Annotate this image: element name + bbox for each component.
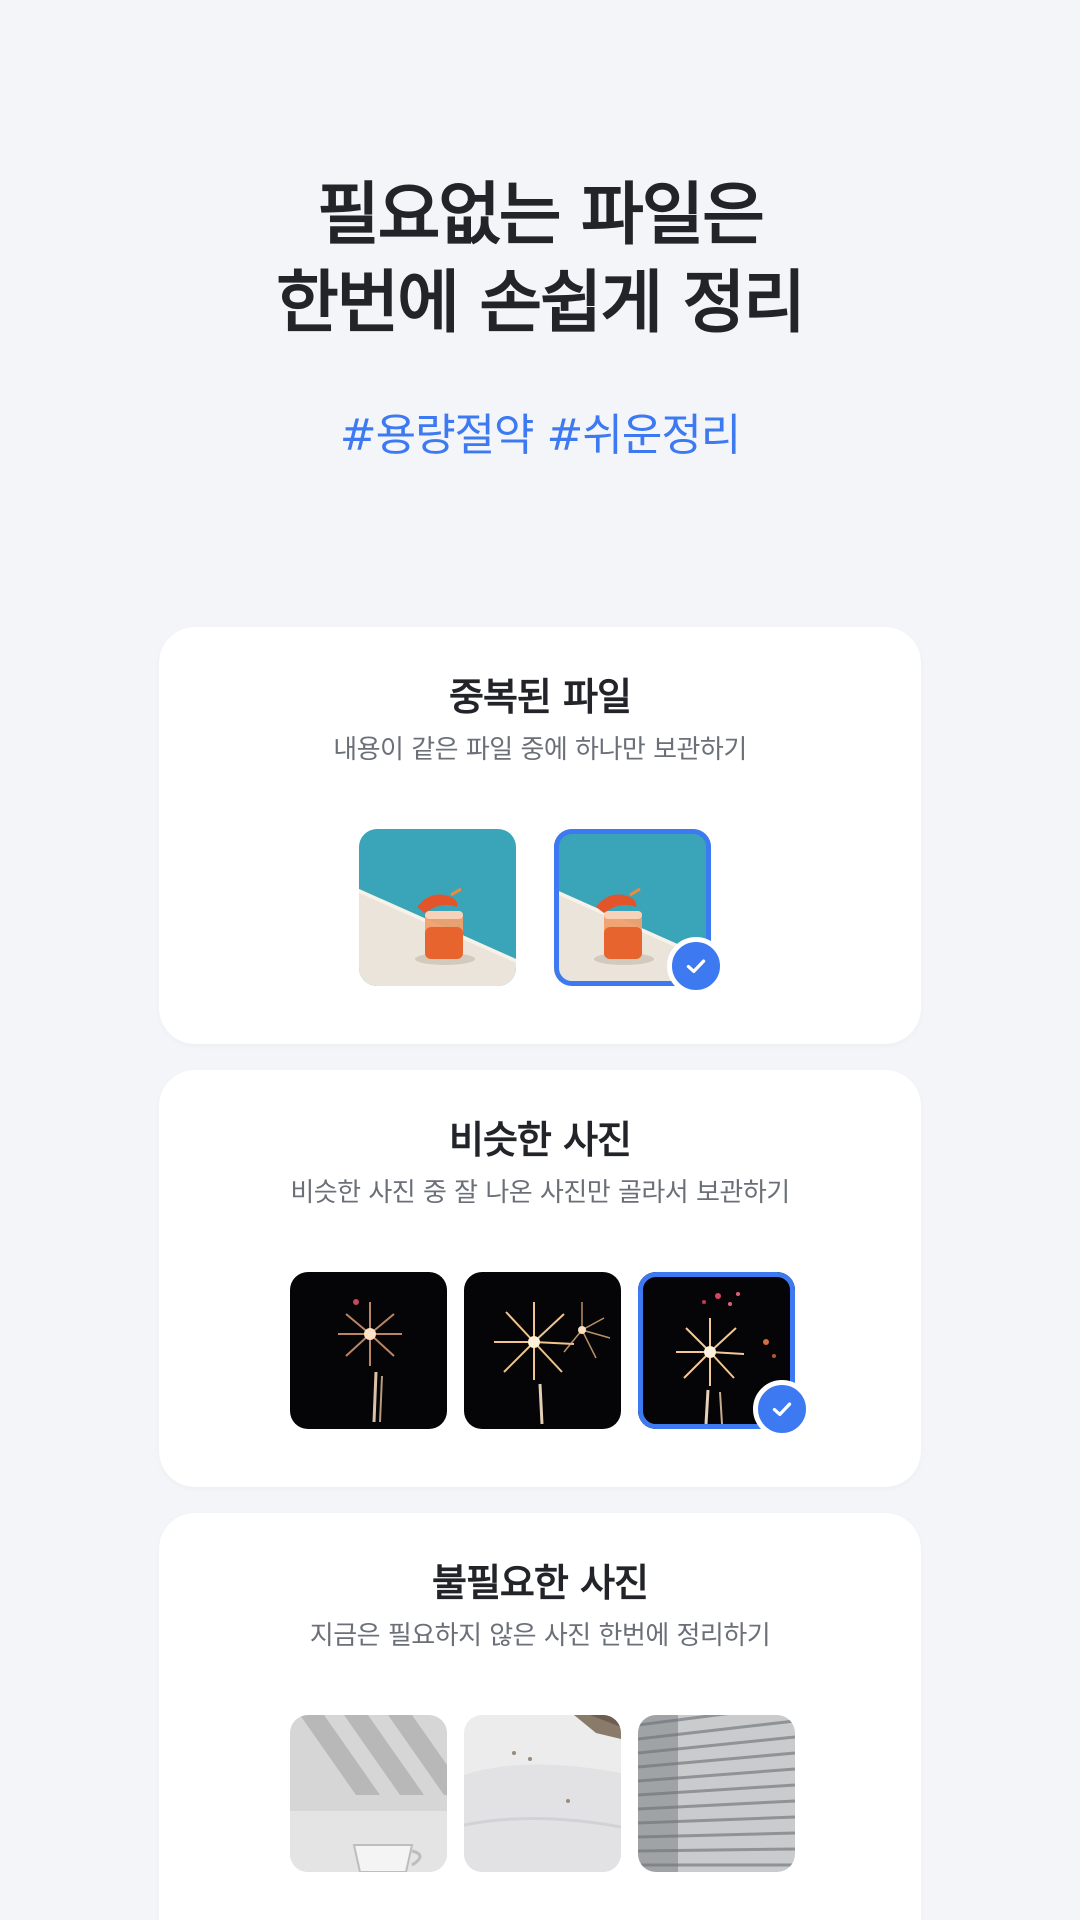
unnecessary-photos-card[interactable]: 불필요한 사진 지금은 필요하지 않은 사진 한번에 정리하기 — [159, 1513, 921, 1920]
fireworks-photo — [464, 1272, 621, 1429]
similar-photos-card[interactable]: 비슷한 사진 비슷한 사진 중 잘 나온 사진만 골라서 보관하기 — [159, 1070, 921, 1487]
card-title: 중복된 파일 — [448, 675, 632, 719]
page: 필요없는 파일은 한번에 손쉽게 정리 #용량절약 #쉬운정리 중복된 파일 내… — [0, 0, 1080, 1920]
headline-line-1: 필요없는 파일은 — [317, 176, 765, 255]
duplicate-files-card[interactable]: 중복된 파일 내용이 같은 파일 중에 하나만 보관하기 — [159, 627, 921, 1044]
drink-photo-thumbnail[interactable] — [359, 829, 516, 986]
shadow-cup-photo-thumbnail[interactable] — [290, 1715, 447, 1872]
building-facade-photo — [638, 1715, 795, 1872]
snow-slope-photo — [464, 1715, 621, 1872]
headline: 필요없는 파일은 한번에 손쉽게 정리 — [0, 172, 1080, 348]
card-subtitle: 비슷한 사진 중 잘 나온 사진만 골라서 보관하기 — [290, 1178, 790, 1208]
fireworks-photo-thumbnail[interactable] — [290, 1272, 447, 1429]
hero-section: 필요없는 파일은 한번에 손쉽게 정리 #용량절약 #쉬운정리 — [0, 172, 1080, 464]
card-subtitle: 내용이 같은 파일 중에 하나만 보관하기 — [333, 735, 747, 765]
snow-slope-photo-thumbnail[interactable] — [464, 1715, 621, 1872]
card-title: 불필요한 사진 — [432, 1561, 649, 1605]
card-subtitle: 지금은 필요하지 않은 사진 한번에 정리하기 — [309, 1621, 771, 1651]
building-facade-photo-thumbnail[interactable] — [638, 1715, 795, 1872]
headline-line-2: 한번에 손쉽게 정리 — [276, 264, 806, 343]
drink-photo — [359, 829, 516, 986]
fireworks-photo — [290, 1272, 447, 1429]
fireworks-photo-thumbnail[interactable] — [464, 1272, 621, 1429]
hashtags: #용량절약 #쉬운정리 — [339, 410, 742, 461]
shadow-cup-photo — [290, 1715, 447, 1872]
card-title: 비슷한 사진 — [448, 1118, 632, 1162]
check-icon — [667, 937, 725, 995]
check-icon — [753, 1380, 811, 1438]
